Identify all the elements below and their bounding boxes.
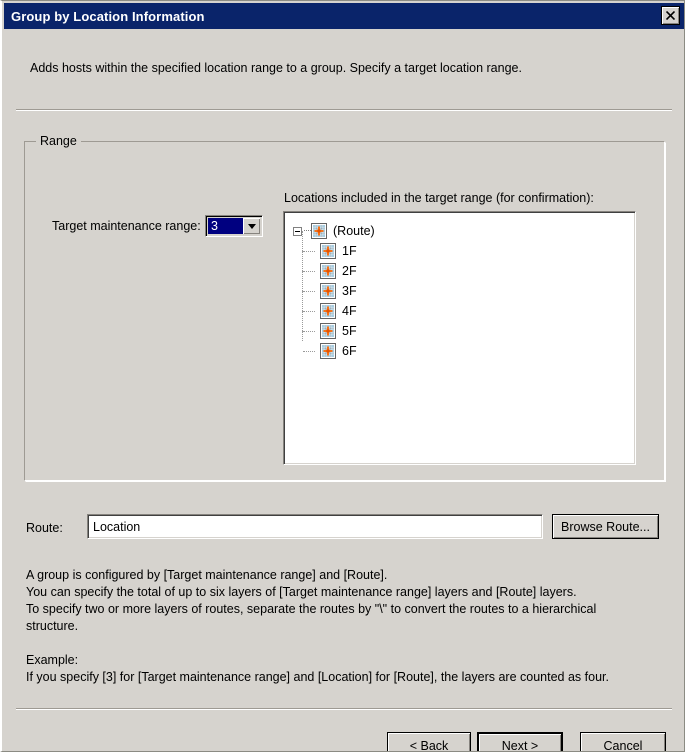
expander-collapse-icon[interactable] [293,226,302,236]
tree-connector-vertical [302,231,304,251]
tree-node-label: 3F [342,284,357,298]
floor-plan-icon [311,223,327,239]
title-bar: Group by Location Information [4,3,684,29]
tree-connector-vertical [302,311,304,331]
tree-node-3f[interactable]: 3F [302,271,375,301]
floor-plan-icon [320,323,336,339]
tree-node-label: (Route) [333,224,375,238]
floor-plan-icon [320,243,336,259]
footer-divider [16,708,672,710]
floor-plan-icon [320,343,336,359]
floor-plan-icon [320,283,336,299]
locations-treeview[interactable]: (Route) 1F 2F 3F 4F 5F 6F [283,211,636,465]
description-line-2: You can specify the total of up to six l… [26,585,577,599]
combobox-dropdown-button[interactable] [243,218,260,234]
cancel-button[interactable]: Cancel [580,732,666,751]
tree-node-label: 4F [342,304,357,318]
description-text: A group is configured by [Target mainten… [26,567,666,686]
tree-node-label: 6F [342,344,357,358]
tree-connector-horizontal [303,251,315,253]
tree-connector [304,230,311,232]
tree-node-label: 1F [342,244,357,258]
tree-connector-vertical [302,291,304,311]
back-button[interactable]: < Back [387,732,471,751]
tree-node-label: 2F [342,264,357,278]
target-range-label: Target maintenance range: [52,219,201,233]
route-label: Route: [26,521,63,535]
description-line-4: structure. [26,619,79,633]
tree-caption: Locations included in the target range (… [284,191,594,205]
floor-plan-icon [320,263,336,279]
tree-connector-horizontal [303,271,315,273]
range-groupbox-legend: Range [36,134,81,148]
tree-node-2f[interactable]: 2F [302,251,375,281]
browse-route-button[interactable]: Browse Route... [552,514,659,539]
dialog-window: Group by Location Information Adds hosts… [0,0,685,752]
tree-connector-horizontal [303,351,315,353]
close-button[interactable] [661,6,680,25]
dialog-body: Adds hosts within the specified location… [4,29,684,751]
tree-connector-vertical [302,331,304,341]
tree-node-6f[interactable]: 6F [302,331,375,361]
tree-node-5f[interactable]: 5F [302,311,375,341]
tree-connector-vertical [302,251,304,271]
next-button[interactable]: Next > [477,732,563,751]
tree-node-4f[interactable]: 4F [302,291,375,321]
route-input[interactable] [87,514,543,539]
intro-text: Adds hosts within the specified location… [30,61,522,75]
tree-root-container: (Route) 1F 2F 3F 4F 5F 6F [293,221,375,361]
tree-connector-horizontal [303,291,315,293]
example-line: If you specify [3] for [Target maintenan… [26,670,609,684]
header-divider [16,109,672,111]
tree-connector-horizontal [303,311,315,313]
example-heading: Example: [26,653,79,667]
floor-plan-icon [320,303,336,319]
close-icon [666,11,675,20]
window-title: Group by Location Information [11,8,205,24]
tree-connector-vertical [302,271,304,291]
target-range-combobox[interactable]: 3 [205,215,263,237]
tree-node-1f[interactable]: 1F [302,231,375,261]
tree-node-root[interactable]: (Route) [293,221,375,241]
tree-connector-horizontal [303,331,315,333]
description-line-1: A group is configured by [Target mainten… [26,568,388,582]
description-line-3: To specify two or more layers of routes,… [26,602,597,616]
chevron-down-icon [247,223,256,229]
target-range-value: 3 [208,218,243,234]
tree-node-label: 5F [342,324,357,338]
